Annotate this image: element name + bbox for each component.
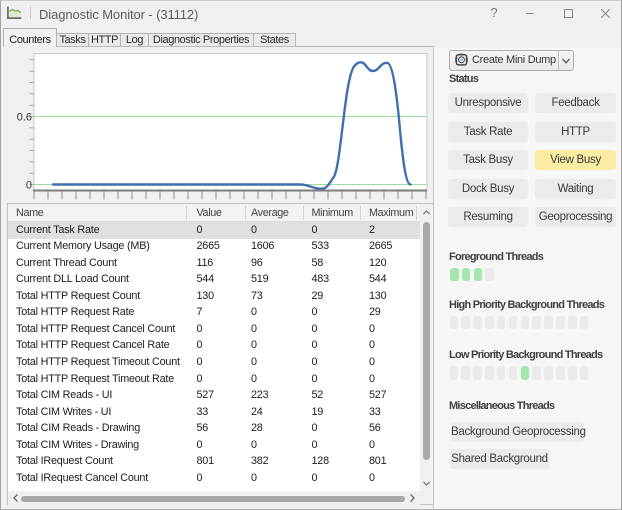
svg-text:0: 0 <box>26 180 32 192</box>
svg-text:0.6: 0.6 <box>17 112 32 124</box>
